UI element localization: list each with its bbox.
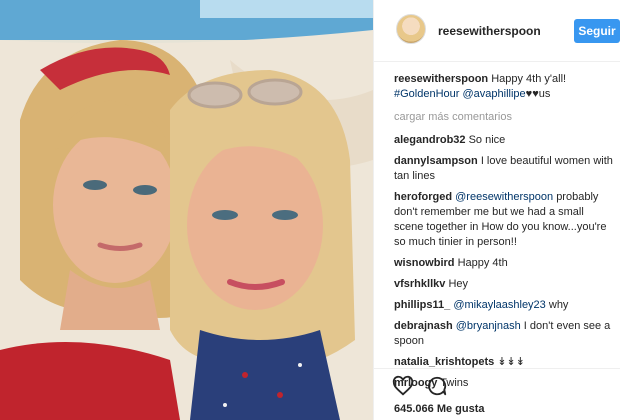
comment-mention[interactable]: @reesewitherspoon xyxy=(455,191,553,203)
speech-bubble-icon[interactable] xyxy=(426,375,448,397)
comment-item: vfsrhkllkv Hey xyxy=(394,277,616,292)
comment-text: Hey xyxy=(448,278,468,290)
comment-mention[interactable]: @mikaylaashley23 xyxy=(453,299,546,311)
post-actions: 645.066 Me gusta xyxy=(374,368,620,420)
post-header: reesewitherspoon Seguir xyxy=(374,0,620,62)
load-more-comments[interactable]: cargar más comentarios xyxy=(394,110,616,125)
follow-button[interactable]: Seguir xyxy=(574,19,620,43)
author-username[interactable]: reesewitherspoon xyxy=(438,24,541,38)
comment-text: why xyxy=(548,299,569,311)
comments-list: reesewitherspoon Happy 4th y'all! #Golde… xyxy=(394,72,616,397)
comment-text: So nice xyxy=(468,134,506,146)
post-sidebar: reesewitherspoon Seguir reesewitherspoon… xyxy=(373,0,620,420)
comment-item: dannylsampson I love beautiful women wit… xyxy=(394,154,616,184)
instagram-post: reesewitherspoon Seguir reesewitherspoon… xyxy=(0,0,620,420)
caption: reesewitherspoon Happy 4th y'all! #Golde… xyxy=(394,72,616,102)
comment-username[interactable]: alegandrob32 xyxy=(394,134,466,146)
comment-username[interactable]: vfsrhkllkv xyxy=(394,278,445,290)
comment-username[interactable]: dannylsampson xyxy=(394,155,478,167)
caption-mention[interactable]: @avaphillipe xyxy=(463,88,526,100)
comment-username[interactable]: phillips11_ xyxy=(394,299,450,311)
comment-username[interactable]: heroforged xyxy=(394,191,452,203)
post-photo[interactable] xyxy=(0,0,373,420)
caption-username[interactable]: reesewitherspoon xyxy=(394,73,488,85)
comment-username[interactable]: debrajnash xyxy=(394,320,453,332)
selfie-photo xyxy=(0,0,373,420)
comment-username[interactable]: natalia_krishtopets xyxy=(394,356,494,368)
caption-hashtag[interactable]: #GoldenHour xyxy=(394,88,459,100)
heart-outline-icon[interactable] xyxy=(392,375,414,397)
caption-hearts: ♥♥ xyxy=(525,88,539,100)
comment-item: alegandrob32 So nice xyxy=(394,133,616,148)
comment-mention[interactable]: @bryanjnash xyxy=(456,320,521,332)
comment-text: ↡↡↡ xyxy=(497,356,525,368)
likes-count[interactable]: 645.066 Me gusta xyxy=(394,403,485,415)
caption-text: Happy 4th y'all! xyxy=(491,73,567,85)
avatar[interactable] xyxy=(396,14,426,44)
comment-item: heroforged @reesewitherspoon probably do… xyxy=(394,190,616,250)
caption-tail: us xyxy=(538,88,551,100)
comment-item: wisnowbird Happy 4th xyxy=(394,256,616,271)
comment-item: debrajnash @bryanjnash I don't even see … xyxy=(394,319,616,349)
comment-item: phillips11_ @mikaylaashley23 why xyxy=(394,298,616,313)
comment-text: Happy 4th xyxy=(457,257,508,269)
comment-username[interactable]: wisnowbird xyxy=(394,257,455,269)
